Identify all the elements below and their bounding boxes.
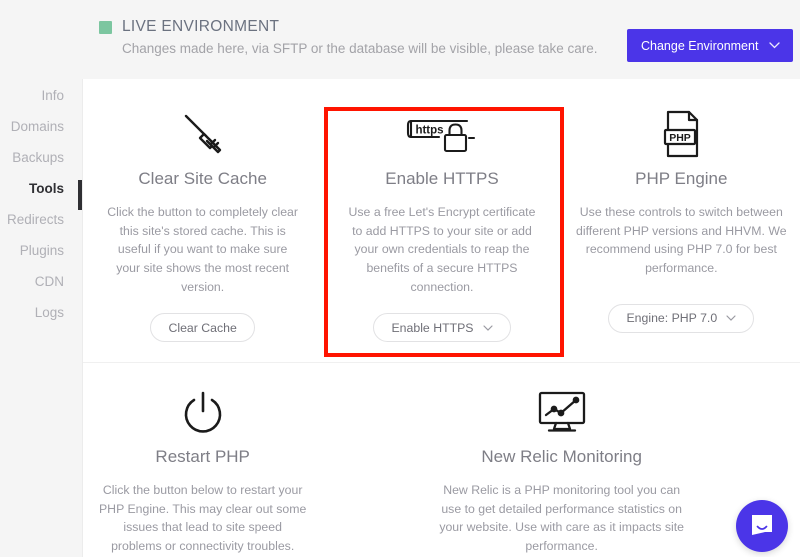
sidebar-item-label: Info	[41, 88, 64, 103]
sidebar-item-label: Backups	[12, 150, 64, 165]
sidebar-item-plugins[interactable]: Plugins	[0, 243, 64, 258]
svg-text:PHP: PHP	[670, 132, 692, 144]
change-environment-label: Change Environment	[641, 38, 759, 53]
chevron-down-icon	[769, 42, 780, 49]
tools-row-bottom: Restart PHP Click the button below to re…	[83, 362, 800, 557]
sidebar-nav: Info Domains Backups Tools Redirects Plu…	[0, 79, 82, 557]
sidebar-item-label: CDN	[34, 274, 64, 289]
chevron-down-icon	[726, 315, 736, 322]
card-new-relic-monitoring: New Relic Monitoring New Relic is a PHP …	[322, 363, 800, 557]
sidebar-item-tools[interactable]: Tools	[0, 181, 64, 196]
php-file-icon: PHP	[656, 107, 706, 163]
sidebar-item-redirects[interactable]: Redirects	[0, 212, 64, 227]
card-enable-https: https Enable HTTPS Use a free Let's Encr…	[322, 79, 561, 362]
environment-label: LIVE ENVIRONMENT	[122, 18, 280, 35]
chevron-down-icon	[482, 325, 493, 331]
environment-subtitle: Changes made here, via SFTP or the datab…	[122, 41, 598, 56]
card-description: Use a free Let's Encrypt certificate to …	[348, 205, 536, 294]
clear-cache-label: Clear Cache	[168, 320, 237, 335]
page-root: LIVE ENVIRONMENT Changes made here, via …	[0, 0, 800, 557]
card-description: New Relic is a PHP monitoring tool you c…	[439, 483, 684, 554]
tools-panel: Clear Site Cache Click the button to com…	[82, 79, 800, 557]
card-title: Restart PHP	[155, 447, 250, 466]
card-title: New Relic Monitoring	[481, 447, 642, 466]
card-clear-site-cache: Clear Site Cache Click the button to com…	[83, 79, 322, 362]
change-environment-button[interactable]: Change Environment	[627, 29, 793, 62]
card-restart-php: Restart PHP Click the button below to re…	[83, 363, 322, 557]
clear-cache-button[interactable]: Clear Cache	[150, 313, 255, 343]
php-engine-value: Engine: PHP 7.0	[626, 311, 718, 326]
card-title: PHP Engine	[635, 169, 728, 188]
monitor-chart-icon	[534, 385, 590, 441]
environment-title-row: LIVE ENVIRONMENT	[99, 18, 279, 36]
sidebar-item-backups[interactable]: Backups	[0, 150, 64, 165]
sidebar-item-label: Tools	[29, 181, 64, 196]
chat-bubble-icon[interactable]	[736, 500, 788, 552]
card-title: Clear Site Cache	[138, 169, 267, 188]
power-icon	[178, 385, 228, 441]
php-engine-select-button[interactable]: Engine: PHP 7.0	[608, 303, 755, 333]
sidebar-item-label: Redirects	[6, 212, 64, 227]
card-description: Click the button to completely clear thi…	[107, 205, 298, 294]
svg-text:https: https	[415, 125, 443, 137]
sidebar-item-label: Plugins	[19, 243, 64, 258]
sidebar-item-info[interactable]: Info	[0, 88, 64, 103]
sidebar-item-cdn[interactable]: CDN	[0, 274, 64, 289]
tools-row-top: Clear Site Cache Click the button to com…	[83, 79, 800, 362]
card-php-engine: PHP PHP Engine Use these controls to swi…	[562, 79, 800, 362]
enable-https-button[interactable]: Enable HTTPS	[373, 313, 511, 343]
card-title: Enable HTTPS	[385, 169, 499, 188]
enable-https-label: Enable HTTPS	[391, 320, 474, 335]
sidebar-item-label: Domains	[10, 119, 64, 134]
broom-icon	[176, 107, 230, 163]
sidebar-item-domains[interactable]: Domains	[0, 119, 64, 134]
card-description: Use these controls to switch between dif…	[576, 205, 787, 276]
sidebar-item-logs[interactable]: Logs	[0, 305, 64, 320]
environment-header: LIVE ENVIRONMENT Changes made here, via …	[0, 0, 800, 79]
https-padlock-icon: https	[405, 107, 479, 163]
card-description: Click the button below to restart your P…	[98, 483, 307, 554]
sidebar-item-label: Logs	[34, 305, 64, 320]
environment-status-indicator	[99, 20, 112, 34]
